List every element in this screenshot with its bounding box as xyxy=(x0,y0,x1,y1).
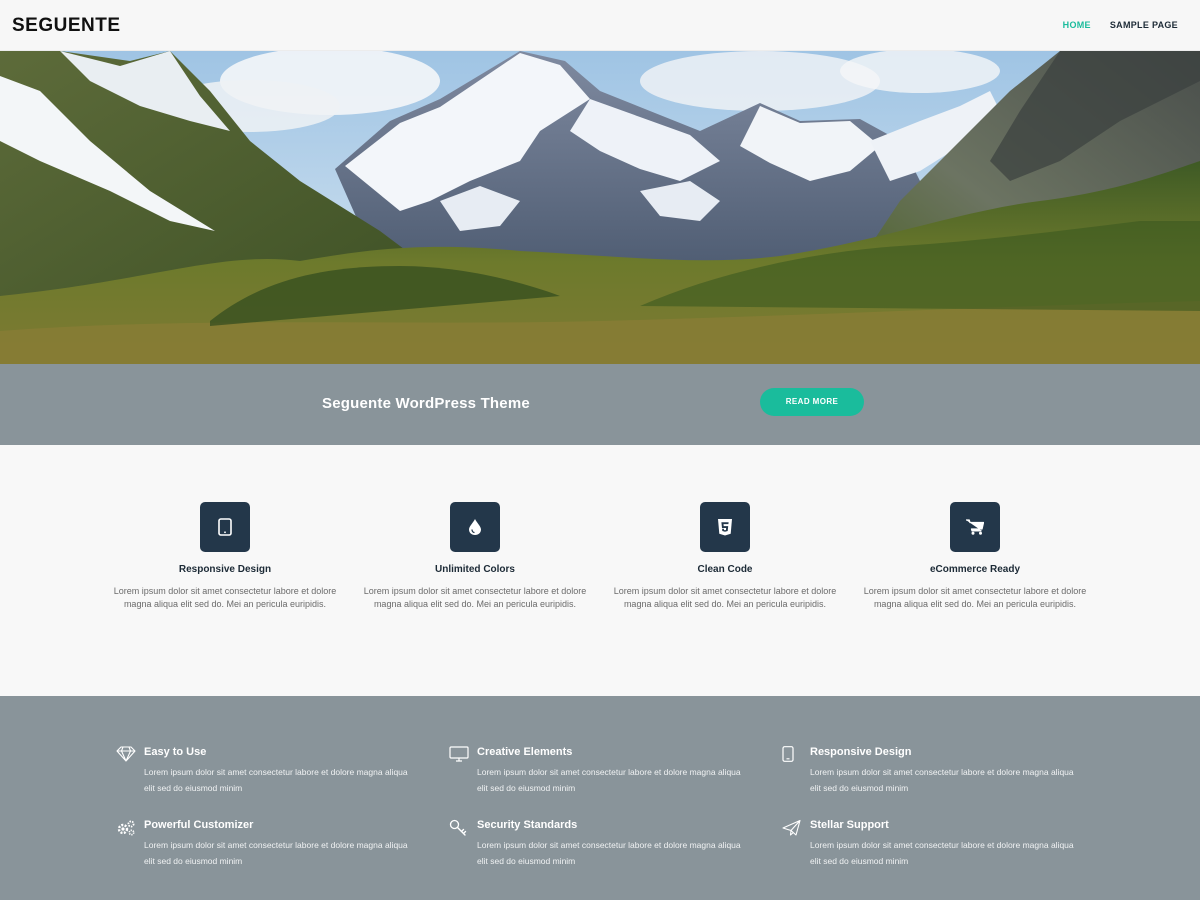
html5-icon xyxy=(700,502,750,552)
feature-clean-code: Clean Code Lorem ipsum dolor sit amet co… xyxy=(612,502,838,611)
key-icon xyxy=(449,819,469,839)
feature-title: Unlimited Colors xyxy=(434,564,515,575)
main-nav: HOME SAMPLE PAGE xyxy=(1063,20,1178,30)
droplet-icon xyxy=(450,502,500,552)
bottom-feature-text: Lorem ipsum dolor sit amet consectetur l… xyxy=(144,840,408,866)
bottom-feature-text: Lorem ipsum dolor sit amet consectetur l… xyxy=(144,767,408,793)
tablet-icon xyxy=(200,502,250,552)
feature-title: eCommerce Ready xyxy=(929,564,1021,575)
bottom-feature-title: Security Standards xyxy=(477,819,578,831)
diamond-icon xyxy=(116,746,136,766)
banner-title: Seguente WordPress Theme xyxy=(322,395,530,412)
bottom-feature-title: Creative Elements xyxy=(477,746,573,758)
feature-title: Responsive Design xyxy=(178,564,272,575)
nav-item-sample-page[interactable]: SAMPLE PAGE xyxy=(1110,20,1178,30)
feature-text: Lorem ipsum dolor sit amet consectetur l… xyxy=(613,586,837,609)
bottom-feature-title: Powerful Customizer xyxy=(144,819,254,831)
feature-text: Lorem ipsum dolor sit amet consectetur l… xyxy=(113,586,337,609)
bottom-feature-title: Stellar Support xyxy=(810,819,889,831)
bottom-feature-title: Responsive Design xyxy=(810,746,912,758)
site-logo[interactable]: SEGUENTE xyxy=(12,15,121,37)
bottom-feature-text: Lorem ipsum dolor sit amet consectetur l… xyxy=(477,840,741,866)
bottom-feature-text: Lorem ipsum dolor sit amet consectetur l… xyxy=(810,767,1074,793)
gears-icon xyxy=(116,819,136,839)
nav-item-home[interactable]: HOME xyxy=(1063,20,1091,30)
cart-icon xyxy=(950,502,1000,552)
feature-responsive-design: Responsive Design Lorem ipsum dolor sit … xyxy=(112,502,338,611)
feature-ecommerce-ready: eCommerce Ready Lorem ipsum dolor sit am… xyxy=(862,502,1088,611)
site-header: SEGUENTE HOME SAMPLE PAGE xyxy=(0,0,1200,51)
features-section: Responsive Design Lorem ipsum dolor sit … xyxy=(0,445,1200,696)
feature-text: Lorem ipsum dolor sit amet consectetur l… xyxy=(363,586,587,609)
read-more-button[interactable]: READ MORE xyxy=(760,388,864,416)
monitor-icon xyxy=(449,746,469,766)
hero-image xyxy=(0,51,1200,364)
feature-unlimited-colors: Unlimited Colors Lorem ipsum dolor sit a… xyxy=(362,502,588,611)
bottom-feature-title: Easy to Use xyxy=(144,746,207,758)
bottom-features-section: Easy to Use Lorem ipsum dolor sit amet c… xyxy=(0,696,1200,900)
mobile-icon xyxy=(782,746,802,766)
bottom-feature-text: Lorem ipsum dolor sit amet consectetur l… xyxy=(477,767,741,793)
feature-title: Clean Code xyxy=(697,564,753,575)
banner-strip: Seguente WordPress Theme xyxy=(0,364,1200,445)
bottom-feature-text: Lorem ipsum dolor sit amet consectetur l… xyxy=(810,840,1074,866)
feature-text: Lorem ipsum dolor sit amet consectetur l… xyxy=(863,586,1087,609)
paper-plane-icon xyxy=(782,819,802,839)
page: SEGUENTE HOME SAMPLE PAGE Seguente WordP… xyxy=(0,0,1200,900)
